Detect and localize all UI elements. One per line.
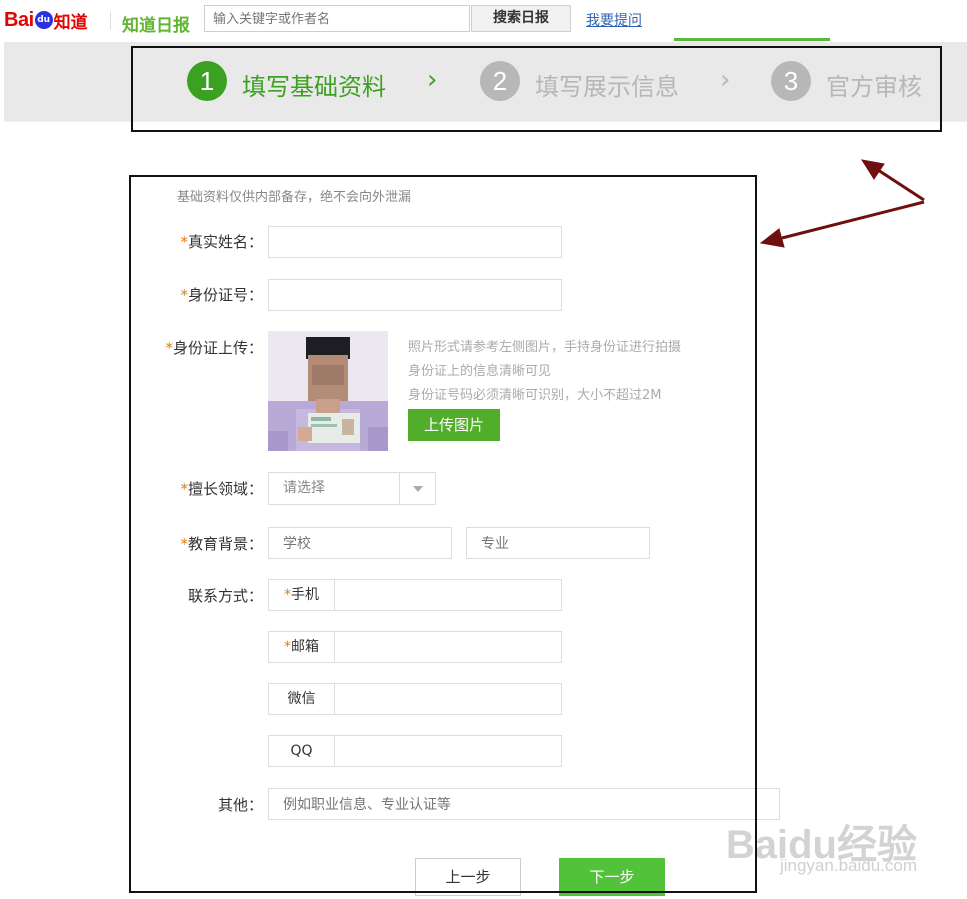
arrow-line-to-form [781, 200, 925, 240]
arrow-head-to-steps [860, 159, 885, 180]
annotation-arrows [759, 159, 925, 248]
arrow-line-to-steps [877, 168, 925, 202]
arrow-head-to-form [759, 228, 785, 248]
